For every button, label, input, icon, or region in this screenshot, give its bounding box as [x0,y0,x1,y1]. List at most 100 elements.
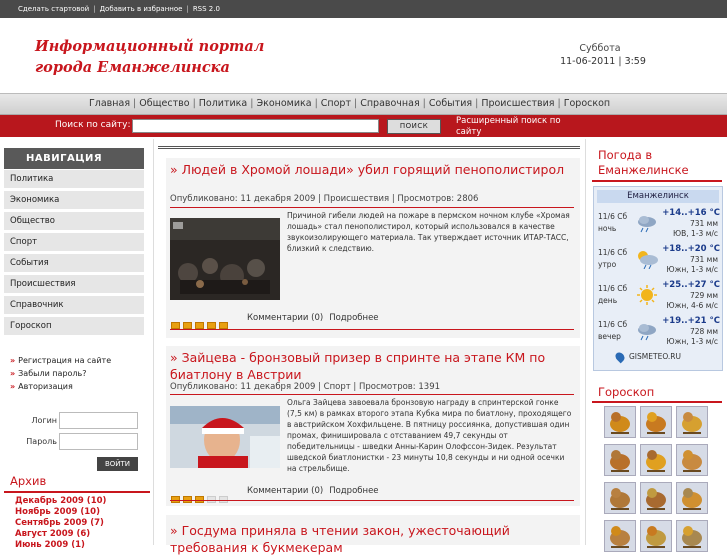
article-meta: Опубликовано: 11 декабря 2009 | Спорт | … [170,382,441,392]
capricorn-icon[interactable] [604,520,636,552]
nav-item-sport[interactable]: Спорт [321,98,351,109]
sidebar-item-sport[interactable]: Спорт [4,233,144,252]
comments-link[interactable]: Комментарии (0) [247,313,323,323]
article-title[interactable]: » Госдума приняла в чтении закон, ужесто… [170,522,576,556]
divider [153,139,154,545]
divider [4,491,150,493]
article-links: Комментарии (0) Подробнее [247,313,379,323]
gemini-icon[interactable] [676,406,708,438]
article-title[interactable]: » Людей в Хромой лошади» убил горящий пе… [170,161,576,178]
article-image[interactable] [170,406,280,468]
date-time: 11-06-2011 | 3:59 [560,56,646,67]
taurus-icon[interactable] [640,406,672,438]
aquarius-icon[interactable] [640,520,672,552]
archive-item[interactable]: Август 2009 (6) [15,529,90,539]
archive-item[interactable]: Ноябрь 2009 (10) [15,507,100,517]
sidebar-item-politics[interactable]: Политика [4,170,144,189]
archive-item[interactable]: Июнь 2009 (1) [15,540,85,550]
nav-item-politics[interactable]: Политика [199,98,247,109]
sidebar-title: НАВИГАЦИЯ [4,148,144,169]
nav-item-horoscope[interactable]: Гороскоп [564,98,610,109]
divider [170,329,574,330]
nav-item-society[interactable]: Общество [139,98,189,109]
advanced-search-link[interactable]: Расширенный поиск по сайту [456,116,576,138]
weather-row: 11/6 Сб день +25..+27 °C 729 мм Южн, 4-6 … [594,279,722,315]
article-image[interactable] [170,218,280,300]
sun-icon [635,285,659,305]
login-button[interactable]: ВОЙТИ [97,457,138,471]
article-title[interactable]: » Зайцева - бронзовый призер в спринте н… [170,349,576,383]
search-button[interactable]: ПОИСК [387,119,441,134]
sidebar-item-horoscope[interactable]: Гороскоп [4,317,144,336]
sidebar-item-reference[interactable]: Справочник [4,296,144,315]
archive-item[interactable]: Сентябрь 2009 (7) [15,518,104,528]
nav-item-incidents[interactable]: Происшествия [481,98,554,109]
pisces-icon[interactable] [676,520,708,552]
drop-icon [613,350,627,364]
weather-wind: Южн, 1-3 м/с [666,337,718,346]
divider [170,207,574,208]
star-icon[interactable] [219,322,228,329]
article-card: » Людей в Хромой лошади» убил горящий пе… [166,158,580,338]
search-label: Поиск по сайту: [55,120,131,130]
nav-item-home[interactable]: Главная [89,98,130,109]
nav-item-events[interactable]: События [429,98,472,109]
sidebar-item-incidents[interactable]: Происшествия [4,275,144,294]
divider [592,180,722,182]
article-meta: Опубликовано: 11 декабря 2009 | Происшес… [170,194,479,204]
sidebar-item-economy[interactable]: Экономика [4,191,144,210]
star-icon[interactable] [183,322,192,329]
divider [170,500,574,501]
site-title[interactable]: Информационный портал города Еманжелинск… [35,36,295,78]
athlete-photo-image [170,406,280,468]
login-input[interactable] [59,412,138,429]
sidebar-item-events[interactable]: События [4,254,144,273]
nav-item-economy[interactable]: Экономика [256,98,311,109]
bullet-icon: » [10,356,16,365]
archive-item[interactable]: Декабрь 2009 (10) [15,496,106,506]
leo-icon[interactable] [640,444,672,476]
register-link[interactable]: » Регистрация на сайте [10,356,111,365]
gismeteo-link[interactable]: GISMETEO.RU [613,350,681,364]
divider [170,394,574,395]
sun-cloud-rain-icon [635,249,659,270]
divider [585,139,586,545]
rss-link[interactable]: RSS 2.0 [193,5,220,13]
password-input[interactable] [59,433,138,450]
sidebar-item-society[interactable]: Общество [4,212,144,231]
add-favorites-link[interactable]: Добавить в избранное [100,5,183,13]
nav-item-reference[interactable]: Справочная [360,98,419,109]
aries-icon[interactable] [604,406,636,438]
weather-row: 11/6 Сб утро +18..+20 °C 731 мм Южн, 1-3 … [594,243,722,279]
divider [158,146,580,149]
archive-title: Архив [10,474,47,488]
login-label: Логин [31,416,57,425]
fire-scene-image [170,218,280,300]
sagittarius-icon[interactable] [676,482,708,514]
forgot-password-link[interactable]: » Забыли пароль? [10,369,87,378]
read-more-link[interactable]: Подробнее [329,486,378,496]
top-bar: Сделать стартовой | Добавить в избранное | R… [0,0,727,18]
divider [592,401,722,403]
libra-icon[interactable] [604,482,636,514]
rating-stars[interactable] [171,488,231,503]
star-icon[interactable] [171,322,180,329]
cancer-icon[interactable] [604,444,636,476]
read-more-link[interactable]: Подробнее [329,313,378,323]
comments-link[interactable]: Комментарии (0) [247,486,323,496]
scorpio-icon[interactable] [640,482,672,514]
rating-stars[interactable] [171,314,231,329]
article-excerpt: Ольга Зайцева завоевала бронзовую наград… [287,398,572,473]
virgo-icon[interactable] [676,444,708,476]
star-icon[interactable] [195,322,204,329]
cloud-rain-icon [635,321,659,341]
article-card: » Зайцева - бронзовый призер в спринте н… [166,346,580,506]
star-icon[interactable] [207,322,216,329]
search-input[interactable] [132,119,379,133]
set-homepage-link[interactable]: Сделать стартовой [18,5,89,13]
weather-city: Еманжелинск [597,190,719,203]
login-link[interactable]: » Авторизация [10,382,73,391]
weather-row: 11/6 Сб вечер +19..+21 °C 728 мм Южн, 1-3… [594,315,722,351]
weather-widget: Еманжелинск 11/6 Сб ночь +14..+16 °C 731 … [593,186,723,371]
site-title-line2: города Еманжелинска [35,59,230,76]
